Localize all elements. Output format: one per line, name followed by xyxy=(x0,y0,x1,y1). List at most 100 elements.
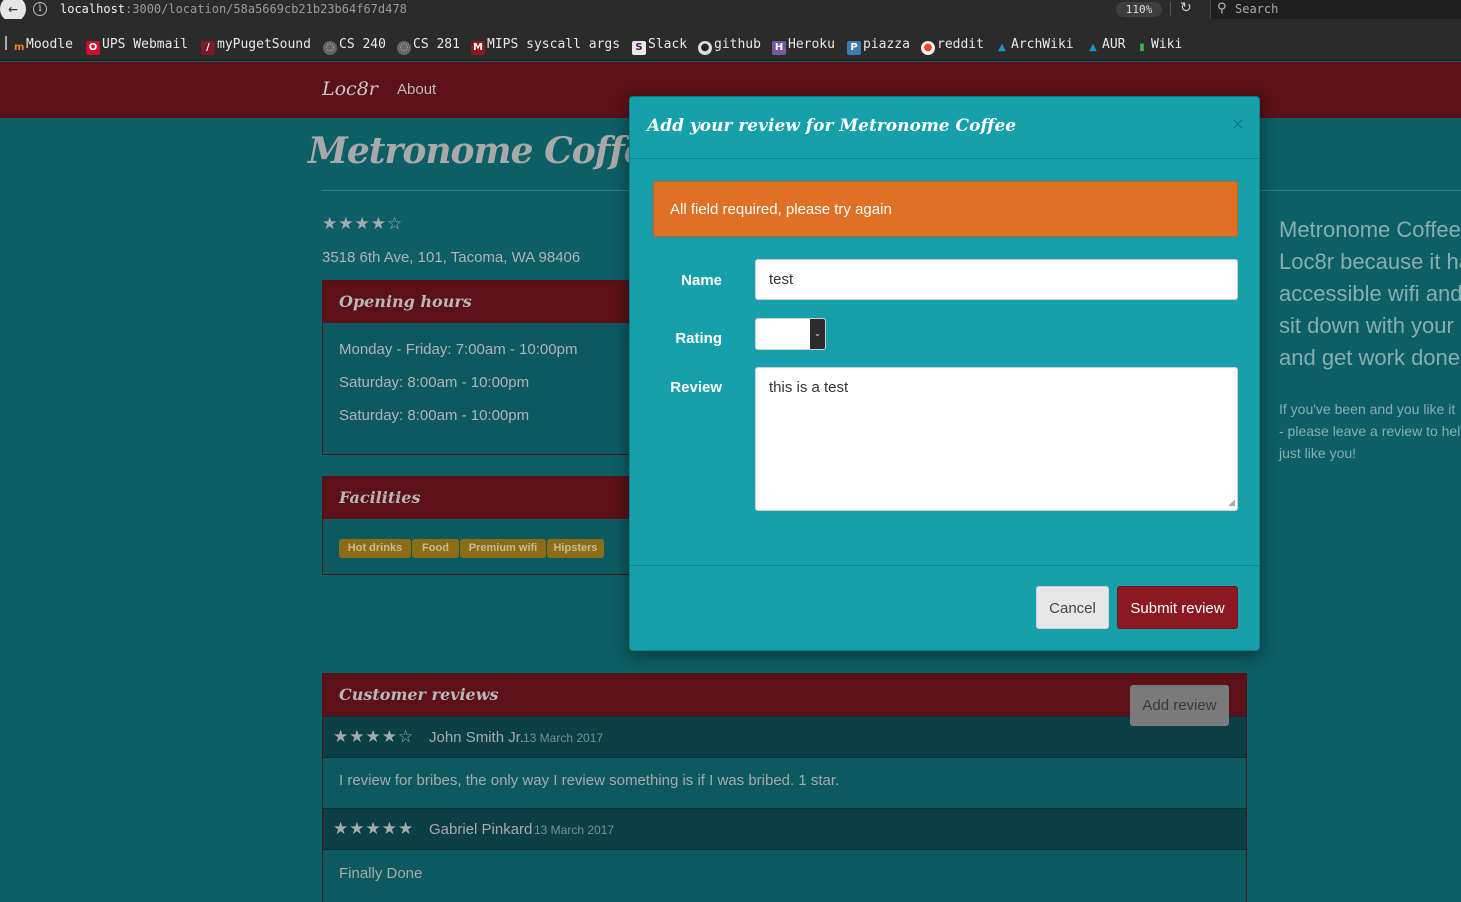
review-modal: Add your review for Metronome Coffee × A… xyxy=(629,96,1260,651)
bookmark-label: MIPS syscall args xyxy=(487,37,621,52)
reddit-icon: ● xyxy=(921,41,935,55)
opening-hours-panel: Opening hours Monday - Friday: 7:00am - … xyxy=(322,280,642,455)
sidebar-line: Metronome Coffee xyxy=(1279,217,1461,242)
close-icon[interactable]: × xyxy=(1231,114,1244,133)
review-stars: ★★★★☆ xyxy=(333,727,415,747)
review-text: I review for bribes, the only way I revi… xyxy=(339,772,840,789)
bookmark-mypugetsound[interactable]: / myPugetSound xyxy=(201,37,311,55)
sidebar-line: and get work done xyxy=(1279,345,1461,370)
heroku-icon: H xyxy=(772,41,786,55)
facility-tag: Premium wifi xyxy=(460,539,546,558)
nav-about-link[interactable]: About xyxy=(397,81,436,98)
arch-icon: ▲ xyxy=(1089,42,1097,53)
bookmark-aur[interactable]: ▲ AUR xyxy=(1086,37,1125,53)
bookmark-piazza[interactable]: Ppiazza xyxy=(847,37,910,55)
wiki-icon: ▮ xyxy=(1139,42,1145,53)
bookmark-label: reddit xyxy=(937,37,984,52)
review-author: Gabriel Pinkard xyxy=(429,821,533,838)
mips-icon: M xyxy=(471,41,485,55)
bookmark-mips-syscall[interactable]: M MIPS syscall args xyxy=(471,37,621,55)
bookmarks-bar: m Moodle O UPS Webmail / myPugetSound ◌ CS 2… xyxy=(0,19,1461,61)
bookmark-ups-webmail[interactable]: O UPS Webmail xyxy=(86,37,188,55)
review-textarea[interactable]: this is a test ◢ xyxy=(755,367,1238,511)
error-alert: All field required, please try again xyxy=(653,181,1238,237)
arch-icon: ▲ xyxy=(998,42,1006,53)
sidebar-line: Loc8r because it ha xyxy=(1279,249,1461,274)
bookmark-github[interactable]: ● github xyxy=(698,37,761,55)
facilities-panel: Facilities Hot drinks Food Premium wifi … xyxy=(322,476,642,575)
modal-header: Add your review for Metronome Coffee × xyxy=(630,97,1259,159)
search-placeholder: Search xyxy=(1235,2,1279,16)
bookmark-label: Wiki xyxy=(1151,37,1183,52)
bookmark-label: Moodle xyxy=(26,37,73,52)
bookmark-label: github xyxy=(714,37,761,52)
review-text: Finally Done xyxy=(339,865,423,882)
bookmark-label: CS 240 xyxy=(339,37,386,52)
hours-line: Saturday: 8:00am - 10:00pm xyxy=(339,374,530,391)
brand-logo[interactable]: Loc8r xyxy=(322,78,378,100)
rating-label: Rating xyxy=(675,330,722,347)
sidebar-line: sit down with your xyxy=(1279,313,1454,338)
sidebar-note: If you've been and you like it - please … xyxy=(1279,398,1460,464)
info-icon[interactable]: i xyxy=(33,2,47,16)
panel-heading: Facilities xyxy=(323,477,641,519)
bookmark-reddit[interactable]: ● reddit xyxy=(921,37,984,55)
globe-icon: ◌ xyxy=(323,41,337,55)
page-title: Metronome Coffee xyxy=(308,130,669,172)
piazza-icon: P xyxy=(847,41,861,55)
address-field[interactable]: localhost:3000/location/58a5669cb21b23b6… xyxy=(60,2,407,16)
bookmark-moodle[interactable]: m Moodle xyxy=(14,37,73,53)
zoom-level[interactable]: 110% xyxy=(1116,2,1162,17)
hours-line: Monday - Friday: 7:00am - 10:00pm xyxy=(339,341,578,358)
bookmark-label: CS 281 xyxy=(413,37,460,52)
sidebar-line: accessible wifi and xyxy=(1279,281,1461,306)
add-review-button[interactable]: Add review xyxy=(1130,685,1229,726)
webmail-icon: O xyxy=(86,41,100,55)
review-date: 13 March 2017 xyxy=(523,731,604,745)
name-label: Name xyxy=(681,272,722,289)
bookmark-archwiki[interactable]: ▲ ArchWiki xyxy=(995,37,1074,53)
modal-title: Add your review for Metronome Coffee xyxy=(647,116,1017,136)
resize-handle-icon[interactable]: ◢ xyxy=(1228,498,1235,508)
bookmark-label: ArchWiki xyxy=(1011,37,1074,52)
facility-tag: Food xyxy=(412,539,459,558)
toolbar-grip xyxy=(5,36,7,50)
bookmark-label: Heroku xyxy=(788,37,835,52)
pugetsound-icon: / xyxy=(201,41,215,55)
facility-tag: Hipsters xyxy=(547,539,604,558)
reload-icon[interactable]: ↻ xyxy=(1180,0,1192,16)
hours-line: Saturday: 8:00am - 10:00pm xyxy=(339,407,530,424)
review-stars: ★★★★★ xyxy=(333,819,415,839)
rating-stars: ★★★★☆ xyxy=(322,214,404,234)
submit-review-button[interactable]: Submit review xyxy=(1117,586,1238,629)
bookmark-cs240[interactable]: ◌ CS 240 xyxy=(323,37,386,55)
bookmark-label: myPugetSound xyxy=(217,37,311,52)
bookmark-heroku[interactable]: H Heroku xyxy=(772,37,835,55)
panel-heading: Opening hours xyxy=(323,281,641,323)
modal-footer-divider xyxy=(630,565,1259,566)
url-host: localhost xyxy=(60,2,126,16)
browser-search-box[interactable]: ⚲ Search xyxy=(1210,0,1461,19)
name-field[interactable]: test xyxy=(755,259,1238,300)
sidebar-description: Metronome Coffee Loc8r because it ha acc… xyxy=(1279,214,1461,374)
bookmark-wiki[interactable]: ▮ Wiki xyxy=(1135,37,1182,53)
review-label: Review xyxy=(670,379,722,396)
bookmark-cs281[interactable]: ◌ CS 281 xyxy=(397,37,460,55)
moodle-icon: m xyxy=(14,42,25,53)
customer-reviews-panel: Customer reviews ★★★★☆ John Smith Jr. 13… xyxy=(322,673,1247,902)
sidebar-note-line: just like you! xyxy=(1279,445,1357,461)
cancel-button[interactable]: Cancel xyxy=(1036,586,1109,629)
rating-select[interactable]: ⌄ xyxy=(755,318,826,350)
bookmark-slack[interactable]: S Slack xyxy=(632,37,687,55)
bookmark-label: AUR xyxy=(1102,37,1126,52)
review-header: ★★★★★ Gabriel Pinkard 13 March 2017 xyxy=(323,808,1246,850)
sidebar-note-line: - please leave a review to hel xyxy=(1279,423,1461,439)
facility-tag: Hot drinks xyxy=(339,539,411,558)
chevron-down-icon: ⌄ xyxy=(810,319,825,349)
sidebar-note-line: If you've been and you like it xyxy=(1279,401,1456,417)
review-date: 13 March 2017 xyxy=(534,823,615,837)
location-address: 3518 6th Ave, 101, Tacoma, WA 98406 xyxy=(322,249,581,266)
divider xyxy=(1170,2,1171,16)
review-header: ★★★★☆ John Smith Jr. 13 March 2017 xyxy=(323,716,1246,758)
review-textarea-value: this is a test xyxy=(769,379,849,396)
